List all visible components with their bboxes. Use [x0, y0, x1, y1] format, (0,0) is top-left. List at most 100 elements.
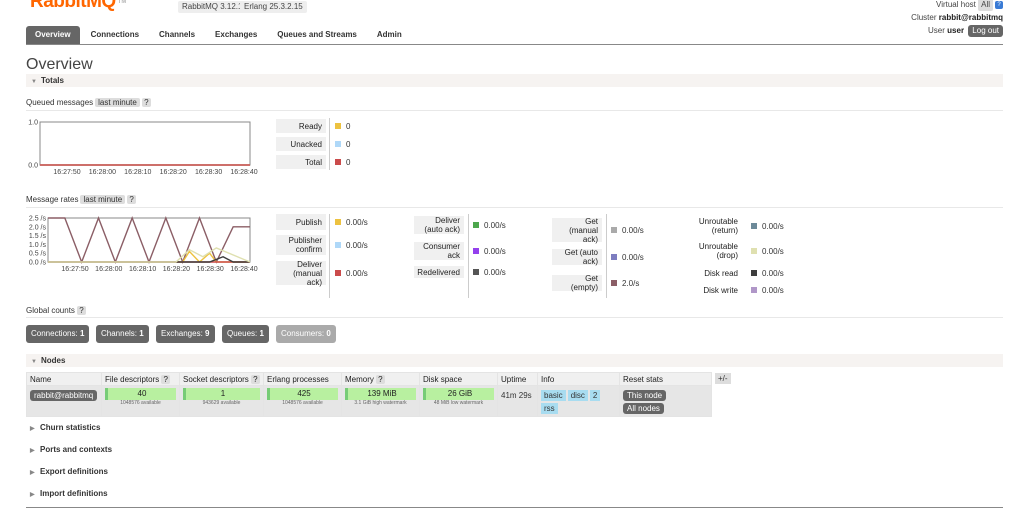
divider: [26, 317, 1003, 318]
exchanges-label: Exchanges:: [161, 329, 203, 338]
x-tick-label: 16:28:10: [124, 169, 151, 176]
disk-bar: 26 GiB: [423, 388, 494, 400]
help-icon[interactable]: ?: [127, 195, 137, 204]
col-info: Info: [537, 372, 620, 386]
deliver-auto-ack-rate: 0.00/s: [484, 220, 506, 230]
legend-swatch: [751, 248, 757, 254]
exchanges-count-button[interactable]: Exchanges: 9: [156, 325, 215, 343]
rates-range-select[interactable]: last minute: [80, 195, 126, 204]
col-disk-label: Disk space: [423, 374, 463, 384]
ports-and-contexts-section[interactable]: ▶ Ports and contexts: [30, 445, 112, 454]
mem-watermark: 3.1 GiB high watermark: [354, 400, 407, 406]
legend-value-get-manual-ack: 0.00/s: [611, 218, 644, 242]
legend-swatch: [611, 280, 617, 286]
tab-queues-and-streams[interactable]: Queues and Streams: [268, 26, 366, 44]
ep-available: 1048576 available: [282, 400, 323, 406]
x-tick-label: 16:28:40: [230, 266, 257, 273]
help-icon[interactable]: ?: [995, 0, 1003, 9]
column-toggle-button[interactable]: +/-: [715, 373, 731, 384]
col-socket-descriptors: Socket descriptors?: [179, 372, 264, 386]
fd-bar: 40: [105, 388, 176, 400]
triangle-down-icon: ▼: [31, 359, 37, 365]
publish-rate: 0.00/s: [346, 217, 368, 227]
virtual-host-select[interactable]: All: [978, 0, 993, 11]
legend-swatch: [335, 141, 341, 147]
x-tick-label: 16:28:30: [195, 169, 222, 176]
info-tag-disc: disc: [567, 390, 588, 401]
message-rates-label: Message rates: [26, 195, 79, 204]
export-definitions-section[interactable]: ▶ Export definitions: [30, 467, 108, 476]
unroutable-drop-rate: 0.00/s: [762, 246, 784, 256]
col-disk-space: Disk space: [419, 372, 498, 386]
x-tick-label: 16:28:40: [230, 169, 257, 176]
sd-bar: 1: [183, 388, 260, 400]
legend-swatch: [751, 287, 757, 293]
help-icon[interactable]: ?: [141, 98, 151, 107]
ports-and-contexts-label: Ports and contexts: [40, 445, 113, 454]
legend-swatch: [611, 254, 617, 260]
tab-admin[interactable]: Admin: [368, 26, 411, 44]
nodes-table-header: Name File descriptors? Socket descriptor…: [26, 372, 712, 386]
reset-this-node-button[interactable]: This node: [623, 390, 667, 401]
col-fd-label: File descriptors: [105, 374, 160, 384]
help-icon[interactable]: ?: [76, 306, 86, 315]
unroutable-return-rate: 0.00/s: [762, 221, 784, 231]
x-tick-label: 16:28:00: [95, 266, 122, 273]
logout-button[interactable]: Log out: [968, 25, 1003, 37]
tab-channels[interactable]: Channels: [150, 26, 204, 44]
queues-count-button[interactable]: Queues: 1: [222, 325, 269, 343]
connections-count-button[interactable]: Connections: 1: [26, 325, 90, 343]
divider: [26, 110, 1003, 111]
legend-label-deliver-manual-ack: Deliver (manual ack): [276, 260, 326, 287]
erlang-version: Erlang 25.3.2.15: [240, 1, 307, 13]
help-icon[interactable]: ?: [250, 374, 260, 384]
uptime-cell: 41m 29s: [497, 385, 538, 417]
tab-overview[interactable]: Overview: [26, 26, 80, 44]
triangle-right-icon: ▶: [30, 426, 35, 432]
import-definitions-section[interactable]: ▶ Import definitions: [30, 489, 108, 498]
node-name-link[interactable]: rabbit@rabbitmq: [30, 390, 98, 401]
legend-swatch: [751, 223, 757, 229]
legend-label-disk-write: Disk write: [703, 285, 738, 295]
reset-all-nodes-button[interactable]: All nodes: [623, 403, 664, 414]
churn-statistics-section[interactable]: ▶ Churn statistics: [30, 423, 100, 432]
channels-count-button[interactable]: Channels: 1: [96, 325, 149, 343]
legend-separator: [329, 214, 330, 298]
legend-value-total: 0: [335, 155, 350, 169]
legend-label-unroutable-return: Unroutable (return): [698, 217, 738, 235]
col-mem-label: Memory: [345, 374, 374, 384]
col-uptime: Uptime: [497, 372, 538, 386]
y-tick-label: 2.5 /s: [29, 216, 47, 223]
queued-messages-heading: Queued messages last minute?: [26, 98, 151, 107]
queued-range-select[interactable]: last minute: [95, 98, 140, 107]
legend-value-publisher-confirm: 0.00/s: [335, 235, 368, 255]
legend-value-get-empty: 2.0/s: [611, 275, 639, 291]
tab-connections[interactable]: Connections: [82, 26, 148, 44]
queued-messages-chart: 16:27:50 16:28:00 16:28:10 16:28:20 16:28:30…: [28, 120, 257, 177]
help-icon[interactable]: ?: [161, 374, 171, 384]
consumers-count-button[interactable]: Consumers: 0: [276, 325, 336, 343]
legend-label-unacked: Unacked: [276, 137, 326, 151]
col-sd-label: Socket descriptors: [183, 374, 249, 384]
get-manual-ack-rate: 0.00/s: [622, 225, 644, 235]
y-tick-label: 2.0 /s: [29, 224, 47, 231]
user-label: User: [928, 26, 945, 35]
main-tabs: Overview Connections Channels Exchanges …: [26, 26, 413, 44]
total-count: 0: [346, 157, 351, 167]
tab-exchanges[interactable]: Exchanges: [206, 26, 266, 44]
legend-swatch: [335, 242, 341, 248]
legend-value-ready: 0: [335, 119, 350, 133]
help-icon[interactable]: ?: [375, 374, 385, 384]
nodes-section-header[interactable]: ▼ Nodes: [26, 354, 1003, 367]
disk-write-rate: 0.00/s: [762, 285, 784, 295]
legend-separator: [329, 118, 330, 170]
col-name: Name: [26, 372, 102, 386]
message-rates-heading: Message rates last minute?: [26, 195, 137, 204]
node-name-cell: rabbit@rabbitmq: [26, 385, 102, 417]
global-counts-heading: Global counts?: [26, 306, 86, 315]
sd-cell: 1 943629 available: [179, 385, 264, 417]
user-name: user: [947, 26, 965, 35]
tabs-divider: [26, 44, 1003, 45]
channels-value: 1: [139, 329, 144, 338]
totals-section-header[interactable]: ▼ Totals: [26, 74, 1003, 87]
